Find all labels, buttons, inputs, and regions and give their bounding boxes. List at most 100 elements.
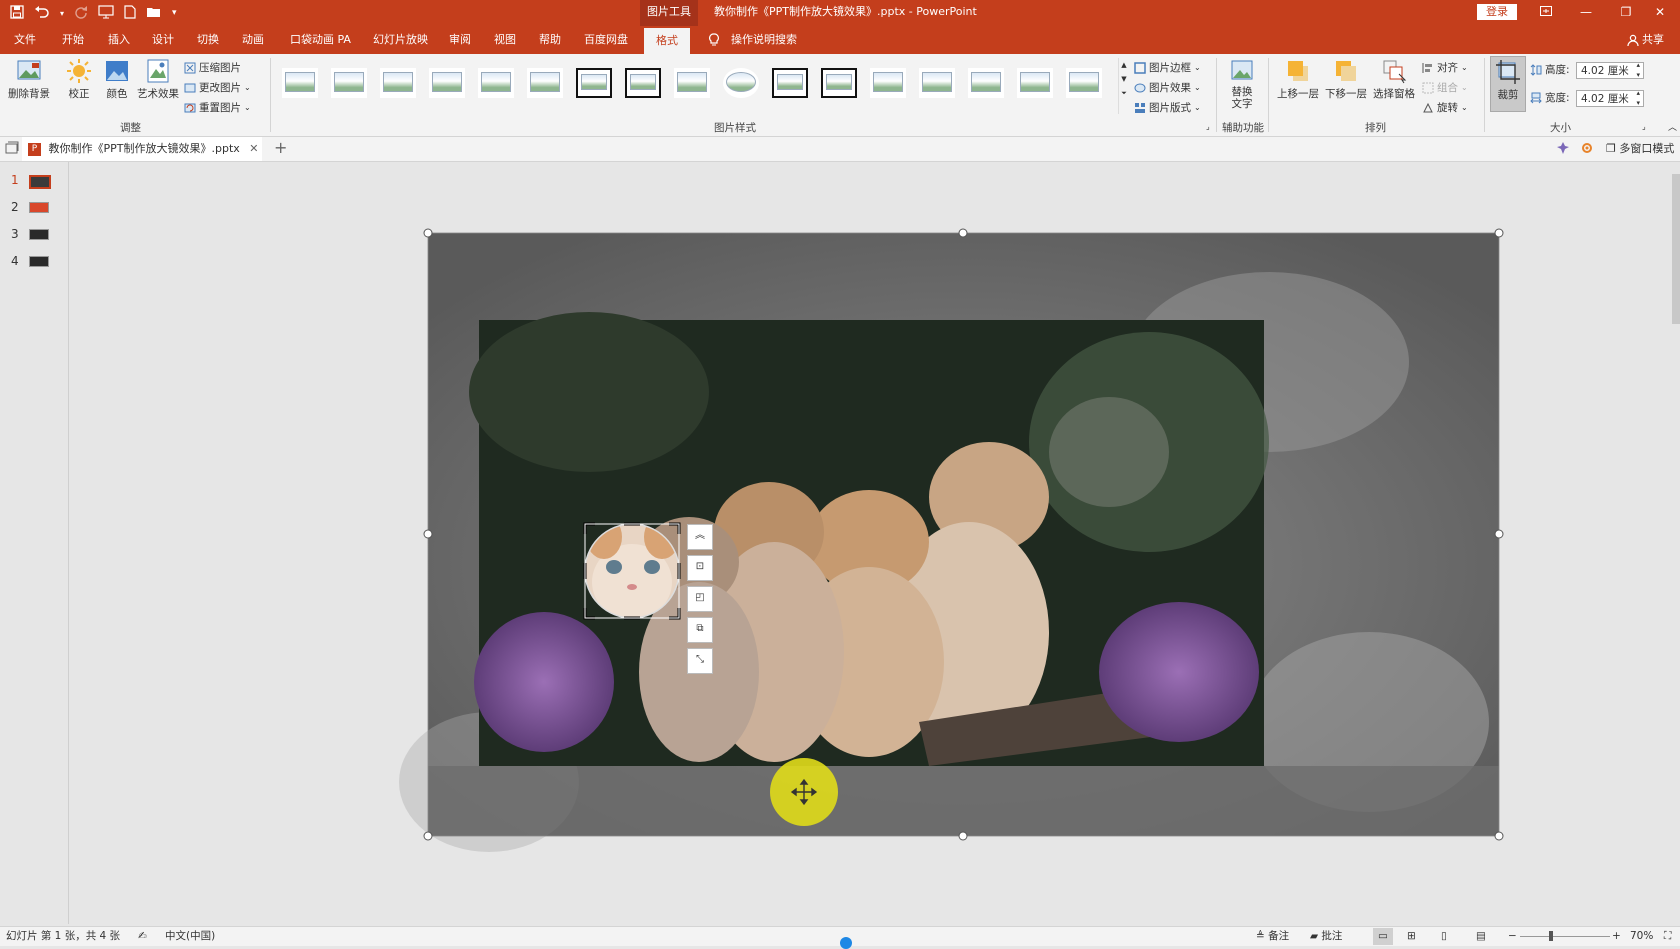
gallery-down-icon[interactable]: ▼: [1119, 72, 1129, 86]
picture-style-thumbnail[interactable]: [723, 68, 759, 98]
save-icon[interactable]: [10, 4, 24, 22]
picture-style-thumbnail[interactable]: [821, 68, 857, 98]
picture-style-thumbnail[interactable]: [919, 68, 955, 98]
settings-gear-icon[interactable]: [1580, 141, 1594, 158]
rotate-button[interactable]: 旋转 ⌄: [1422, 100, 1468, 115]
picture-style-thumbnail[interactable]: [1017, 68, 1053, 98]
comments-button[interactable]: ▰ 批注: [1310, 927, 1342, 946]
minimize-icon[interactable]: —: [1566, 0, 1606, 26]
start-slideshow-icon[interactable]: [98, 4, 114, 22]
document-tab[interactable]: P 教你制作《PPT制作放大镜效果》.pptx ✕ ⋮: [22, 137, 262, 161]
tab-insert[interactable]: 插入: [108, 26, 130, 54]
close-tab-icon[interactable]: ✕: [249, 142, 258, 155]
gallery-more-icon[interactable]: ⏷: [1119, 86, 1129, 100]
login-button[interactable]: 登录: [1477, 4, 1517, 20]
share-button[interactable]: 共享: [1626, 26, 1664, 54]
tab-pocket-animation[interactable]: 口袋动画 PA: [290, 26, 351, 54]
multi-window-mode-button[interactable]: ❐ 多窗口模式: [1606, 137, 1674, 161]
picture-style-thumbnail[interactable]: [968, 68, 1004, 98]
tab-review[interactable]: 审阅: [449, 26, 471, 54]
reading-view-icon[interactable]: ▯: [1441, 927, 1447, 946]
height-input[interactable]: 4.02 厘米 ▴ ▾: [1576, 60, 1644, 80]
collapse-ribbon-icon[interactable]: ︿: [1668, 120, 1677, 133]
picture-style-thumbnail[interactable]: [870, 68, 906, 98]
remove-background-button[interactable]: 删除背景: [6, 58, 52, 101]
width-input[interactable]: 4.02 厘米 ▴ ▾: [1576, 88, 1644, 108]
change-picture-button[interactable]: 更改图片 ⌄: [184, 80, 251, 95]
zoom-in-icon[interactable]: +: [1612, 927, 1621, 946]
picture-effects-button[interactable]: 图片效果 ⌄: [1134, 80, 1201, 95]
send-backward-button[interactable]: 下移一层: [1324, 58, 1368, 101]
color-button[interactable]: 颜色: [102, 58, 132, 101]
pin-icon[interactable]: [1556, 141, 1570, 158]
fit-slide-icon[interactable]: ⛶: [1664, 927, 1671, 946]
picture-crop-region[interactable]: [469, 312, 1269, 766]
tab-animations[interactable]: 动画: [242, 26, 264, 54]
spellcheck-icon[interactable]: ✍: [138, 927, 147, 946]
copy-format-icon[interactable]: ⧉: [687, 617, 713, 643]
slide-thumbnail-4[interactable]: [29, 256, 49, 267]
picture-style-thumbnail[interactable]: [380, 68, 416, 98]
crop-button[interactable]: 裁剪: [1490, 56, 1526, 112]
new-file-icon[interactable]: [124, 4, 136, 22]
new-tab-icon[interactable]: +: [274, 137, 287, 159]
normal-view-icon[interactable]: ▭: [1373, 928, 1393, 945]
picture-style-thumbnail[interactable]: [576, 68, 612, 98]
picture-style-thumbnail[interactable]: [429, 68, 465, 98]
tab-design[interactable]: 设计: [152, 26, 174, 54]
undo-icon[interactable]: [34, 5, 50, 22]
picture-style-thumbnail[interactable]: [527, 68, 563, 98]
align-button[interactable]: 对齐 ⌄: [1422, 60, 1468, 75]
spinner-icon[interactable]: ▴ ▾: [1636, 60, 1640, 80]
selection-pane-button[interactable]: 选择窗格: [1372, 58, 1416, 101]
dialog-launcher-icon[interactable]: ⌟: [1206, 122, 1210, 131]
tab-menu-icon[interactable]: [5, 141, 19, 158]
open-icon[interactable]: [146, 5, 162, 22]
slideshow-view-icon[interactable]: ▤: [1476, 927, 1486, 946]
picture-style-thumbnail[interactable]: [478, 68, 514, 98]
tab-view[interactable]: 视图: [494, 26, 516, 54]
compress-pictures-button[interactable]: 压缩图片: [184, 60, 241, 75]
scrollbar-thumb[interactable]: [1672, 174, 1680, 324]
tab-slideshow[interactable]: 幻灯片放映: [373, 26, 428, 54]
crop-position-icon[interactable]: ⊡: [687, 555, 713, 581]
zoom-level[interactable]: 70%: [1630, 927, 1653, 946]
reset-picture-button[interactable]: 重置图片 ⌄: [184, 100, 251, 115]
tab-format[interactable]: 格式: [644, 28, 690, 54]
picture-style-thumbnail[interactable]: [674, 68, 710, 98]
dialog-launcher-icon[interactable]: ⌟: [1642, 122, 1646, 131]
zoom-out-icon[interactable]: −: [1508, 927, 1517, 946]
tell-me-search[interactable]: 操作说明搜索: [731, 26, 797, 54]
tab-help[interactable]: 帮助: [539, 26, 561, 54]
tab-baidu-netdisk[interactable]: 百度网盘: [584, 26, 628, 54]
zoom-slider-thumb[interactable]: [1549, 931, 1553, 941]
spinner-icon[interactable]: ▴ ▾: [1636, 88, 1640, 108]
fit-crop-icon[interactable]: ⤡: [687, 648, 713, 674]
language-status[interactable]: 中文(中国): [165, 927, 215, 946]
picture-layout-button[interactable]: 图片版式 ⌄: [1134, 100, 1201, 115]
corrections-button[interactable]: 校正: [64, 58, 94, 101]
gallery-up-icon[interactable]: ▲: [1119, 58, 1129, 72]
tab-transitions[interactable]: 切换: [197, 26, 219, 54]
layout-wrap-icon[interactable]: ◰: [687, 586, 713, 612]
gallery-scroll[interactable]: ▲ ▼ ⏷: [1118, 58, 1129, 114]
alt-text-button[interactable]: 替换文字: [1222, 58, 1262, 110]
picture-style-thumbnail[interactable]: [772, 68, 808, 98]
picture-style-thumbnail[interactable]: [1066, 68, 1102, 98]
undo-dropdown-icon[interactable]: ▾: [60, 9, 64, 18]
notes-button[interactable]: ≜ 备注: [1256, 927, 1289, 946]
tab-home[interactable]: 开始: [62, 26, 84, 54]
picture-style-thumbnail[interactable]: [625, 68, 661, 98]
collapse-toolbar-icon[interactable]: ︽: [687, 524, 713, 550]
tab-file[interactable]: 文件: [14, 26, 36, 54]
customize-icon[interactable]: ▾: [172, 8, 177, 18]
group-button[interactable]: 组合 ⌄: [1422, 80, 1468, 95]
ribbon-display-options-icon[interactable]: [1526, 0, 1566, 26]
picture-border-button[interactable]: 图片边框 ⌄: [1134, 60, 1201, 75]
close-icon[interactable]: ✕: [1640, 0, 1680, 26]
picture-style-thumbnail[interactable]: [331, 68, 367, 98]
slide-thumbnail-1[interactable]: [29, 175, 51, 189]
slide-thumbnail-3[interactable]: [29, 229, 49, 240]
artistic-effects-button[interactable]: 艺术效果: [136, 58, 180, 101]
zoom-slider[interactable]: [1520, 936, 1610, 937]
